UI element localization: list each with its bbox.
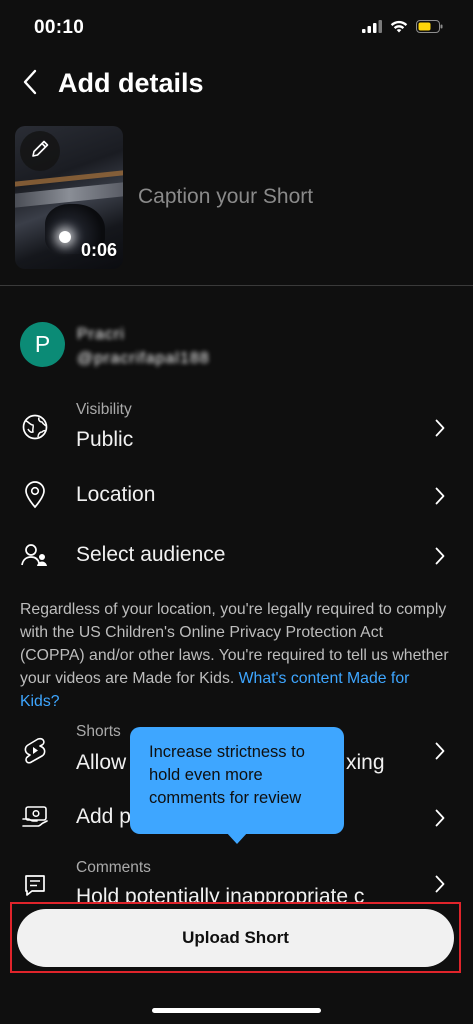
wifi-icon [390, 20, 408, 38]
account-info: P Pracri @pracrifapal188 [20, 322, 460, 372]
back-arrow-icon [22, 69, 38, 100]
chevron-right-icon [435, 546, 449, 566]
shorts-remix-icon [20, 736, 50, 766]
paid-promotion-icon [20, 802, 50, 832]
chevron-right-icon [435, 741, 449, 761]
visibility-row[interactable]: Visibility Public [0, 398, 473, 460]
chevron-right-icon [435, 808, 449, 828]
remix-value-start: Allow [76, 751, 127, 774]
comments-icon [20, 870, 50, 900]
paid-promotion-value: Add p [76, 805, 131, 828]
battery-icon [416, 20, 443, 38]
pencil-icon [29, 138, 51, 165]
edit-thumbnail-button[interactable] [20, 131, 60, 171]
section-divider [0, 285, 473, 286]
tooltip-text: Increase strictness to hold even more co… [149, 743, 305, 807]
status-time: 00:10 [34, 17, 85, 38]
comments-label: Comments [76, 859, 151, 876]
upload-short-button[interactable]: Upload Short [17, 909, 454, 967]
chevron-right-icon [435, 418, 449, 438]
home-indicator[interactable] [152, 1008, 321, 1013]
status-bar: 00:10 [0, 0, 473, 56]
comments-tooltip[interactable]: Increase strictness to hold even more co… [130, 727, 344, 834]
header: Add details [0, 60, 473, 110]
visibility-value: Public [76, 428, 134, 451]
thumbnail-headlight [59, 231, 71, 243]
account-handle: @pracrifapal188 [77, 350, 210, 367]
location-row[interactable]: Location [0, 475, 473, 519]
audience-icon [20, 540, 50, 570]
status-icons [362, 20, 443, 38]
remix-value-end: xing [346, 751, 385, 774]
tooltip-arrow [226, 832, 248, 844]
upload-highlight: Upload Short [10, 902, 461, 973]
caption-input[interactable] [138, 185, 438, 209]
avatar: P [20, 322, 65, 367]
account-name: Pracri [77, 326, 125, 343]
comments-row[interactable]: Comments Hold potentially inappropriate … [0, 856, 473, 902]
video-thumbnail[interactable]: 0:06 [15, 126, 123, 269]
globe-icon [20, 412, 50, 442]
visibility-label: Visibility [76, 401, 132, 418]
location-pin-icon [20, 480, 50, 510]
back-button[interactable] [12, 66, 48, 102]
audience-row[interactable]: Select audience [0, 535, 473, 579]
cellular-signal-icon [362, 20, 382, 38]
comments-value: Hold potentially inappropriate c [76, 885, 365, 902]
location-value: Location [76, 483, 156, 506]
coppa-notice: Regardless of your location, you're lega… [20, 598, 450, 713]
chevron-right-icon [435, 486, 449, 506]
page-title: Add details [58, 68, 204, 98]
remix-label: Shorts [76, 723, 121, 740]
audience-value: Select audience [76, 543, 226, 566]
video-duration: 0:06 [80, 240, 117, 260]
chevron-right-icon [435, 874, 449, 894]
